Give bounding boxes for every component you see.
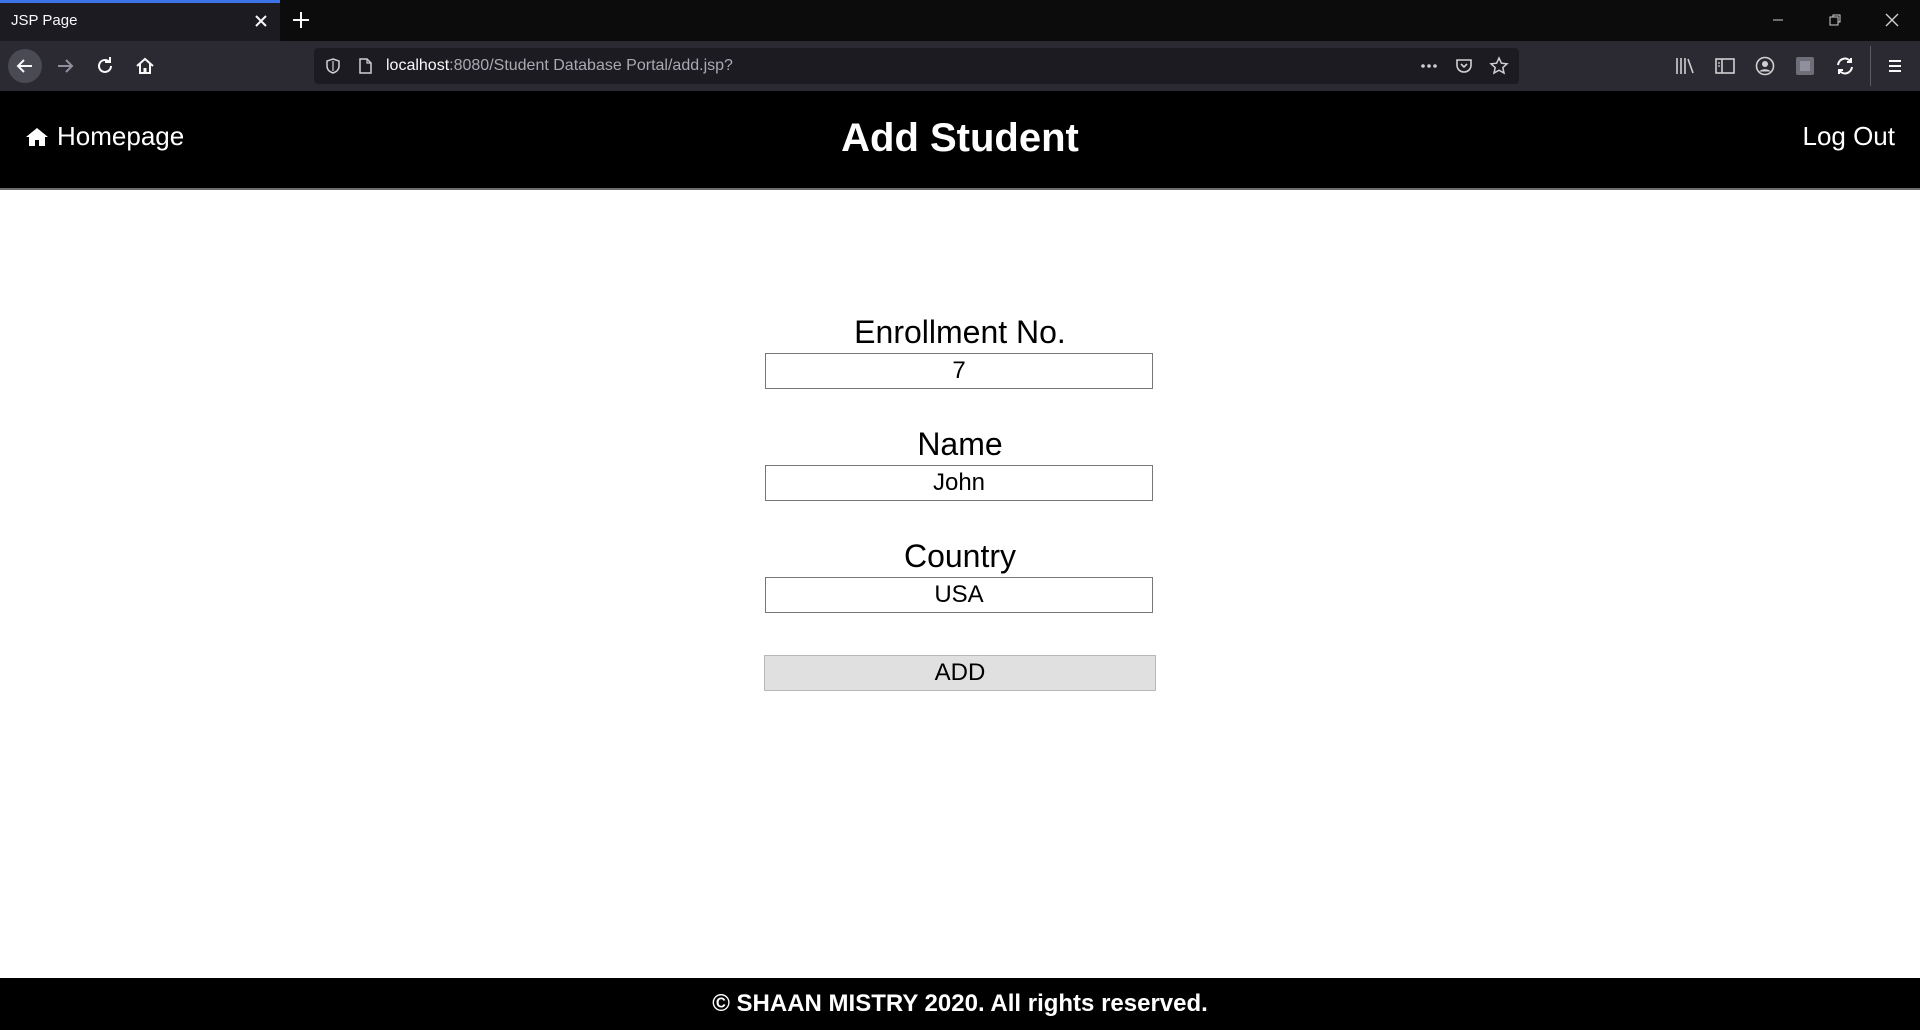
more-actions-icon[interactable]: [1419, 57, 1439, 75]
browser-tab[interactable]: JSP Page: [0, 0, 280, 41]
sync-icon[interactable]: [1834, 55, 1856, 77]
library-icon[interactable]: [1674, 56, 1696, 76]
close-tab-icon[interactable]: [252, 12, 270, 30]
page-title: Add Student: [841, 116, 1079, 160]
enrollment-label: Enrollment No.: [854, 314, 1066, 350]
reload-button[interactable]: [88, 49, 122, 83]
minimize-window-icon[interactable]: [1768, 10, 1788, 30]
sidebar-icon[interactable]: [1714, 56, 1736, 76]
menu-icon[interactable]: [1885, 56, 1905, 76]
header-divider: [0, 188, 1920, 190]
account-icon[interactable]: [1754, 55, 1776, 77]
back-arrow-icon: [16, 59, 32, 73]
shield-icon[interactable]: [324, 57, 342, 75]
close-window-icon[interactable]: [1882, 10, 1902, 30]
toolbar-separator: [1870, 46, 1871, 86]
home-button[interactable]: [128, 49, 162, 83]
country-input[interactable]: [765, 577, 1153, 613]
url-path: :8080/Student Database Portal/add.jsp?: [449, 57, 733, 74]
browser-toolbar: localhost:8080/Student Database Portal/a…: [0, 41, 1920, 91]
forward-arrow-icon: [58, 59, 74, 73]
new-tab-icon[interactable]: [290, 9, 312, 31]
name-input[interactable]: [765, 465, 1153, 501]
tab-title: JSP Page: [11, 12, 78, 29]
copyright-text: © SHAAN MISTRY 2020. All rights reserved…: [712, 990, 1208, 1017]
home-icon: [136, 57, 154, 74]
enrollment-input[interactable]: [765, 353, 1153, 389]
country-label: Country: [903, 538, 1017, 574]
name-label: Name: [917, 426, 1003, 462]
bookmark-star-icon[interactable]: [1489, 56, 1509, 76]
url-host: localhost: [386, 57, 450, 74]
reload-icon: [98, 57, 112, 73]
forward-button[interactable]: [48, 49, 82, 83]
pocket-icon[interactable]: [1454, 56, 1474, 76]
url-text[interactable]: localhost:8080/Student Database Portal/a…: [386, 57, 733, 75]
page-header: Homepage Add Student Log Out: [0, 91, 1920, 188]
logout-link[interactable]: Log Out: [1802, 121, 1895, 152]
address-bar[interactable]: localhost:8080/Student Database Portal/a…: [314, 48, 1519, 84]
page-footer: © SHAAN MISTRY 2020. All rights reserved…: [0, 978, 1920, 1030]
browser-tab-bar: JSP Page: [0, 0, 1920, 41]
add-button[interactable]: ADD: [764, 655, 1156, 691]
back-button[interactable]: [8, 49, 42, 83]
extension-icon[interactable]: [1794, 55, 1816, 77]
page-icon[interactable]: [356, 57, 374, 75]
restore-window-icon[interactable]: [1825, 10, 1845, 30]
